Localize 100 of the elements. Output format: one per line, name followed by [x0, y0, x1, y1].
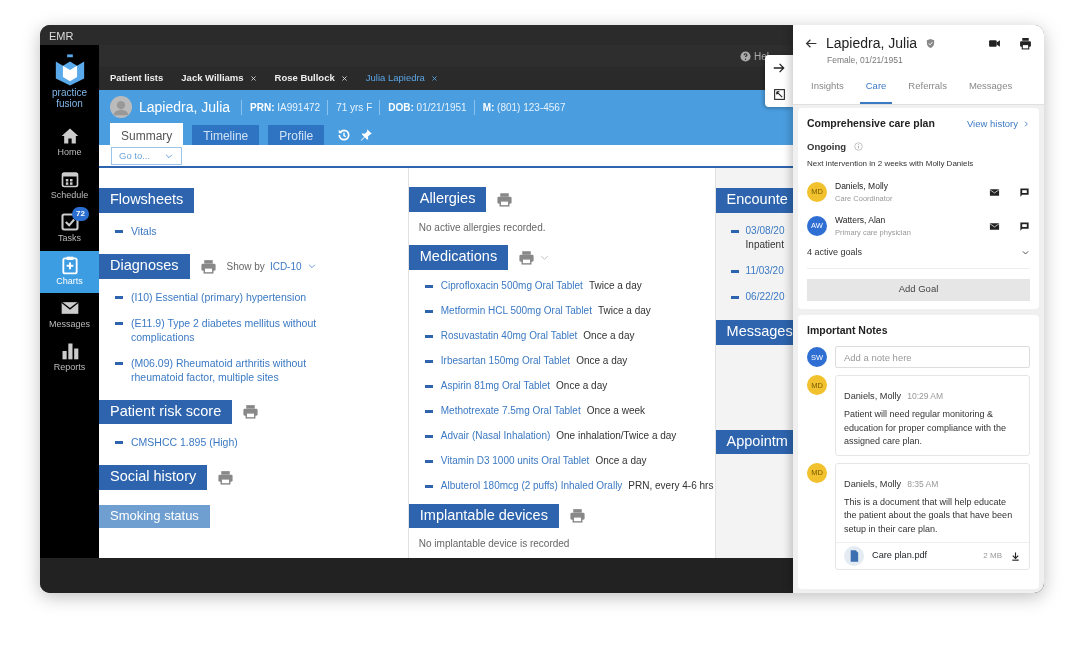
view-tab[interactable]: Timeline	[192, 125, 260, 145]
note-author: Daniels, Molly	[844, 391, 902, 402]
video-icon[interactable]	[988, 37, 1001, 50]
record-note: Inpatient	[745, 237, 785, 252]
goto-dropdown[interactable]: Go to...	[111, 147, 182, 165]
status-label: Ongoing	[807, 139, 847, 154]
show-by-dropdown[interactable]: Show by ICD-10	[226, 258, 317, 274]
panel-tab[interactable]: Insights	[805, 78, 850, 104]
section-title: Allergies	[408, 187, 487, 212]
note-time: 8:35 AM	[907, 478, 939, 489]
record-note: Once a day	[556, 379, 608, 391]
sidebar-item[interactable]: Reports	[40, 337, 99, 379]
record-note: Twice a day	[588, 279, 642, 291]
mail-icon[interactable]	[989, 186, 1000, 198]
section-title: Social history	[99, 465, 208, 490]
patient-tab[interactable]: Jack Williams	[181, 71, 257, 86]
document-icon	[844, 546, 864, 567]
history-icon[interactable]	[337, 128, 352, 142]
view-tab[interactable]: Profile	[268, 125, 325, 145]
note-input[interactable]: Add a note here	[835, 346, 1030, 369]
panel-tab[interactable]: Messages	[962, 78, 1019, 104]
bullet-icon	[115, 295, 123, 299]
sidebar-item[interactable]: Tasks 72	[40, 208, 99, 250]
goals-summary[interactable]: 4 active goals	[807, 246, 863, 260]
bullet-icon	[115, 361, 123, 365]
bullet-icon	[424, 484, 433, 488]
patient-tab[interactable]: Patient lists	[110, 71, 164, 86]
file-name: Care plan.pdf	[872, 549, 929, 563]
record-link[interactable]: 06/22/20	[745, 289, 785, 304]
record-link[interactable]: 03/08/20	[745, 223, 785, 238]
patient-tab[interactable]: Rose Bullock	[274, 71, 348, 86]
next-intervention: Next intervention in 2 weeks with Molly Daniels	[807, 158, 975, 170]
record-link[interactable]: Advair (Nasal Inhalation)	[440, 429, 551, 441]
record-link[interactable]: Irbesartan 150mg Oral Tablet	[440, 354, 571, 366]
record-link[interactable]: 11/03/20	[745, 263, 784, 278]
view-tab[interactable]: Summary	[110, 123, 184, 145]
sidebar-item[interactable]: Charts	[40, 251, 99, 293]
member-name: Watters, Alan	[835, 214, 887, 227]
record-note: Twice a day	[597, 304, 651, 316]
section-title: Medications	[408, 244, 509, 270]
record-link[interactable]: Albuterol 180mcg (2 puffs) Inhaled Orally	[440, 479, 623, 491]
clipboard-icon	[59, 255, 80, 276]
back-arrow-icon[interactable]	[805, 37, 818, 50]
chevron-right-icon	[1022, 119, 1030, 128]
section-title: Patient risk score	[99, 399, 233, 425]
record-link[interactable]: Ciprofloxacin 500mg Oral Tablet	[440, 279, 583, 291]
bullet-icon	[424, 409, 433, 413]
record-link[interactable]: Rosuvastatin 40mg Oral Tablet	[440, 329, 578, 341]
add-goal-button[interactable]: Add Goal	[807, 278, 1030, 301]
record-link[interactable]: Methotrexate 7.5mg Oral Tablet	[440, 404, 581, 416]
close-icon[interactable]	[430, 75, 438, 82]
chat-icon[interactable]	[1019, 186, 1030, 198]
pin-icon[interactable]	[359, 128, 374, 142]
patient-tab[interactable]: Julia Lapiedra	[365, 71, 438, 86]
record-link[interactable]: (M06.09) Rheumatoid arthritis without rheumatoid factor, multiple sites	[131, 355, 353, 384]
patient-details: Female, 01/21/1951	[827, 54, 904, 67]
record-note: Once a day	[595, 454, 647, 466]
card-title: Important Notes	[807, 322, 889, 338]
record-link[interactable]: Aspirin 81mg Oral Tablet	[440, 379, 551, 391]
bullet-icon	[424, 384, 433, 388]
record-link[interactable]: (E11.9) Type 2 diabetes mellitus without complications	[131, 315, 353, 344]
chat-icon[interactable]	[1019, 220, 1030, 232]
download-icon[interactable]	[1010, 550, 1021, 562]
record-note: Once a week	[586, 404, 646, 416]
mail-icon[interactable]	[989, 220, 1000, 232]
bullet-icon	[115, 321, 123, 325]
bullet-icon	[730, 295, 739, 299]
attachment-row[interactable]: Care plan.pdf 2 MB	[836, 542, 1029, 570]
record-link[interactable]: Vitals	[131, 223, 353, 238]
window-title: EMR	[40, 25, 793, 45]
bullet-icon	[424, 309, 433, 313]
home-icon	[59, 126, 80, 147]
patient-detail: PRN: IA991472	[241, 99, 321, 115]
patient-detail: M: (801) 123-4567	[473, 99, 566, 115]
sidebar-item[interactable]: Messages	[40, 294, 99, 336]
section-title: Flowsheets	[99, 188, 195, 213]
sidebar-item[interactable]: Home	[40, 122, 99, 164]
record-link[interactable]: (I10) Essential (primary) hypertension	[131, 289, 353, 304]
resize-icon[interactable]	[772, 87, 786, 101]
print-icon[interactable]	[1019, 37, 1032, 50]
section-title: Messages	[715, 319, 793, 345]
bullet-icon	[115, 229, 123, 233]
empty-message: No implantable device is recorded	[417, 537, 571, 552]
panel-tab[interactable]: Referrals	[902, 78, 953, 104]
note-text: Patient will need regular monitoring & education for proper compliance with the assigned care plan.	[844, 408, 1008, 449]
sidebar-item[interactable]: Schedule	[40, 165, 99, 207]
file-size: 2 MB	[983, 550, 1002, 563]
note-text: This is a document that will help educate the patient about the goals that have been setup in their care plan.	[844, 495, 1014, 536]
view-history-link[interactable]: View history	[966, 116, 1030, 131]
record-note: One inhalation/Twice a day	[556, 429, 677, 441]
member-name: Daniels, Molly	[835, 180, 889, 193]
calendar-icon	[59, 169, 80, 190]
record-link[interactable]: CMSHCC 1.895 (High)	[131, 435, 353, 450]
panel-tab[interactable]: Care	[859, 78, 893, 104]
count-badge: 72	[72, 207, 89, 221]
section-title: Appointm	[715, 429, 793, 455]
note-time: 10:29 AM	[907, 391, 944, 402]
record-link[interactable]: Vitamin D3 1000 units Oral Tablet	[440, 454, 590, 466]
record-link[interactable]: Metformin HCL 500mg Oral Tablet	[440, 304, 592, 316]
help-icon[interactable]	[740, 50, 751, 62]
